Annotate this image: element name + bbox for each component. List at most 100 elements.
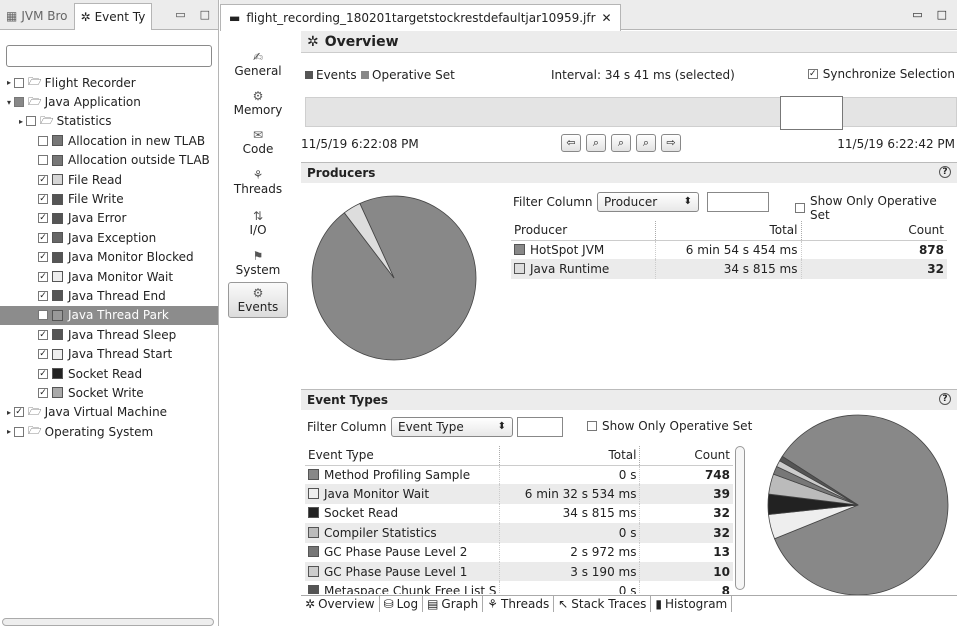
tree-checkbox[interactable]: ✓ xyxy=(38,387,48,398)
help-icon[interactable]: ? xyxy=(939,166,951,178)
expanded-arrow-icon[interactable]: ▾ xyxy=(4,98,14,107)
column-header-count[interactable]: Count xyxy=(639,446,733,466)
range-navigator[interactable] xyxy=(305,96,957,130)
nav-io[interactable]: ⇅ I/O xyxy=(228,209,288,237)
tree-item[interactable]: ✓ Java Monitor Wait xyxy=(0,267,218,286)
column-header-total[interactable]: Total xyxy=(499,446,641,466)
tree-checkbox[interactable]: ✓ xyxy=(38,290,48,301)
tree-item[interactable]: ▸ 🗁 Flight Recorder xyxy=(0,73,218,92)
table-row[interactable]: Socket Read 34 s 815 ms 32 xyxy=(305,503,733,524)
zoom-all-button[interactable]: ⌕ xyxy=(611,134,631,152)
tree-checkbox[interactable]: ✓ xyxy=(38,194,48,205)
tree-checkbox[interactable]: ✓ xyxy=(38,252,48,263)
tab-event-types[interactable]: ✲ Event Ty xyxy=(73,3,153,30)
show-only-operative-checkbox[interactable]: Show Only Operative Set xyxy=(587,419,752,433)
close-icon[interactable]: ✕ xyxy=(602,11,612,25)
tree-item[interactable]: ▸ ✓ 🗁 Java Virtual Machine xyxy=(0,403,218,422)
filter-text-input[interactable] xyxy=(517,417,563,437)
help-icon[interactable]: ? xyxy=(939,393,951,405)
nav-events[interactable]: ⚙ Events xyxy=(228,282,288,318)
nav-threads[interactable]: ⚘ Threads xyxy=(228,168,288,196)
nav-memory[interactable]: ⚙ Memory xyxy=(228,89,288,117)
tree-checkbox[interactable] xyxy=(14,97,24,108)
tree-checkbox[interactable] xyxy=(26,116,36,127)
tree-item[interactable]: ✓ Java Thread End xyxy=(0,286,218,305)
filter-text-input[interactable] xyxy=(707,192,769,212)
column-header-event-type[interactable]: Event Type xyxy=(305,446,501,466)
tree-item[interactable]: ✓ Java Thread Start xyxy=(0,344,218,363)
zoom-in-button[interactable]: ⌕ xyxy=(586,134,606,152)
filter-column-select[interactable]: Event Type ⬍ xyxy=(391,417,513,437)
tree-filter-input[interactable] xyxy=(6,45,212,67)
back-button[interactable]: ⇦ xyxy=(561,134,581,152)
table-row[interactable]: Java Runtime 34 s 815 ms 32 xyxy=(511,259,947,279)
tree-item[interactable]: ✓ Socket Read xyxy=(0,364,218,383)
tree-checkbox[interactable] xyxy=(14,77,24,88)
filter-column-select[interactable]: Producer ⬍ xyxy=(597,192,699,212)
tree-checkbox[interactable]: ✓ xyxy=(38,368,48,379)
nav-general[interactable]: ✍ General xyxy=(228,50,288,78)
maximize-icon[interactable]: □ xyxy=(937,8,947,21)
editor-tab[interactable]: ▬ flight_recording_180201targetstockrest… xyxy=(220,4,621,31)
tree-item[interactable]: ✓ Java Thread Sleep xyxy=(0,325,218,344)
maximize-icon[interactable]: □ xyxy=(200,8,210,21)
tab-stack-traces[interactable]: ↖ Stack Traces xyxy=(554,596,652,612)
nav-system[interactable]: ⚑ System xyxy=(228,249,288,277)
tree-item[interactable]: Allocation outside TLAB xyxy=(0,151,218,170)
tree-item[interactable]: ✓ Java Monitor Blocked xyxy=(0,248,218,267)
tree-checkbox[interactable]: ✓ xyxy=(38,232,48,243)
collapsed-arrow-icon[interactable]: ▸ xyxy=(4,408,14,417)
tree-checkbox[interactable]: ✓ xyxy=(38,271,48,282)
tab-threads[interactable]: ⚘ Threads xyxy=(483,596,555,612)
tree-checkbox[interactable]: ✓ xyxy=(38,349,48,360)
tab-jvm-browser[interactable]: ▦ JVM Bro xyxy=(0,3,74,29)
show-only-operative-checkbox[interactable]: Show Only Operative Set xyxy=(795,194,955,222)
table-row[interactable]: Compiler Statistics 0 s 32 xyxy=(305,523,733,543)
collapsed-arrow-icon[interactable]: ▸ xyxy=(4,427,14,436)
tree-checkbox[interactable]: ✓ xyxy=(38,174,48,185)
tree-item[interactable]: ✓ Java Exception xyxy=(0,228,218,247)
tree-checkbox[interactable]: ✓ xyxy=(38,213,48,224)
table-row[interactable]: GC Phase Pause Level 2 2 s 972 ms 13 xyxy=(305,542,733,562)
minimize-icon[interactable]: ▭ xyxy=(912,8,922,21)
tab-graph[interactable]: ▤ Graph xyxy=(423,596,484,612)
tree-checkbox[interactable] xyxy=(38,310,48,321)
table-row[interactable]: Metaspace Chunk Free List S0 s 8 xyxy=(305,581,733,594)
tree-item[interactable]: ▸ 🗁 Statistics xyxy=(0,112,218,131)
column-header-total[interactable]: Total xyxy=(655,221,802,241)
tree-checkbox[interactable]: ✓ xyxy=(38,329,48,340)
tree-item[interactable]: Java Thread Park xyxy=(0,305,218,326)
synchronize-selection-checkbox[interactable]: ✓ Synchronize Selection xyxy=(807,67,955,81)
table-row[interactable]: HotSpot JVM 6 min 54 s 454 ms 878 xyxy=(511,240,947,260)
range-selection[interactable] xyxy=(780,96,843,130)
tree-item[interactable]: ✓ File Read xyxy=(0,170,218,189)
tab-histogram[interactable]: ▮ Histogram xyxy=(651,596,733,612)
tree-item[interactable]: ✓ Java Error xyxy=(0,209,218,228)
tree-checkbox[interactable] xyxy=(38,135,48,146)
table-row[interactable]: Method Profiling Sample 0 s 748 xyxy=(305,465,733,485)
zoom-out-button[interactable]: ⌕ xyxy=(636,134,656,152)
producers-pie-chart[interactable] xyxy=(309,193,479,363)
tab-overview[interactable]: ✲ Overview xyxy=(301,596,380,612)
column-header-count[interactable]: Count xyxy=(801,221,947,241)
horizontal-scrollbar[interactable] xyxy=(2,618,214,626)
table-row[interactable]: GC Phase Pause Level 1 3 s 190 ms 10 xyxy=(305,561,733,582)
tree-checkbox[interactable] xyxy=(14,426,24,437)
table-row[interactable]: Java Monitor Wait 6 min 32 s 534 ms 39 xyxy=(305,484,733,504)
tab-log[interactable]: ⛁ Log xyxy=(380,596,424,612)
minimize-icon[interactable]: ▭ xyxy=(175,8,185,21)
tree-item[interactable]: ▾ 🗁 Java Application xyxy=(0,92,218,111)
tree-item[interactable]: ▸ 🗁 Operating System xyxy=(0,422,218,441)
column-header-producer[interactable]: Producer xyxy=(511,221,656,241)
tree-item[interactable]: ✓ File Write xyxy=(0,189,218,208)
tree-checkbox[interactable] xyxy=(38,155,48,166)
event-types-pie-chart[interactable] xyxy=(763,410,953,600)
forward-button[interactable]: ⇨ xyxy=(661,134,681,152)
collapsed-arrow-icon[interactable]: ▸ xyxy=(16,117,26,126)
collapsed-arrow-icon[interactable]: ▸ xyxy=(4,78,14,87)
vertical-scrollbar[interactable] xyxy=(735,446,745,590)
tree-item[interactable]: Allocation in new TLAB xyxy=(0,131,218,150)
tree-item[interactable]: ✓ Socket Write xyxy=(0,383,218,402)
nav-code[interactable]: ✉ Code xyxy=(228,128,288,156)
tree-checkbox[interactable]: ✓ xyxy=(14,407,24,418)
